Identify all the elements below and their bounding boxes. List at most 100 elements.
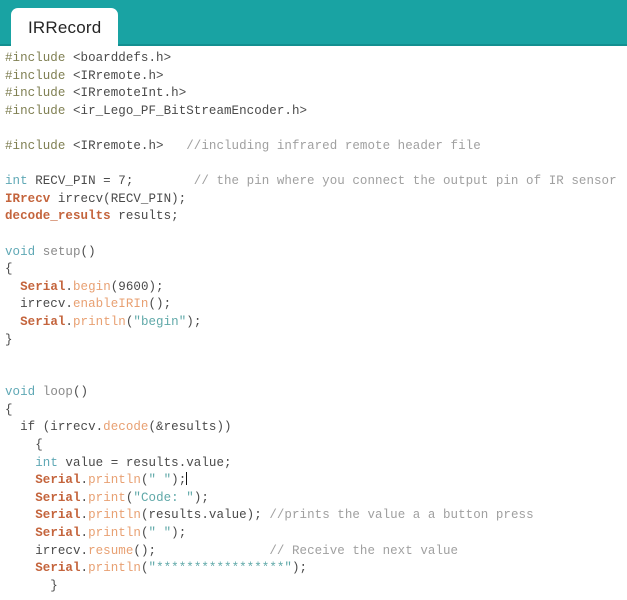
code-token-fn: println bbox=[88, 526, 141, 541]
code-token-plain: . bbox=[80, 473, 89, 488]
code-token-plain: irrecv. bbox=[5, 297, 73, 312]
code-token-cmt: //including infrared remote header file bbox=[163, 138, 481, 153]
code-line: void loop() bbox=[5, 384, 627, 402]
code-token-plain: } bbox=[5, 332, 13, 347]
code-line: decode_results results; bbox=[5, 208, 627, 226]
code-line: void setup() bbox=[5, 244, 627, 262]
code-token-str: " " bbox=[148, 526, 172, 541]
code-token-plain: ( bbox=[140, 473, 149, 488]
code-line: int RECV_PIN = 7; // the pin where you c… bbox=[5, 173, 627, 191]
code-token-plain: () bbox=[73, 385, 89, 400]
code-token-type: decode_results bbox=[5, 209, 111, 224]
code-token-str: "begin" bbox=[133, 314, 187, 329]
code-token-fn: begin bbox=[72, 279, 111, 294]
code-token-fname: setup bbox=[42, 244, 81, 259]
code-token-fn: println bbox=[88, 473, 141, 488]
code-token-fn: decode bbox=[103, 420, 149, 435]
code-token-str: "Code: " bbox=[133, 490, 194, 505]
code-token-fn: println bbox=[88, 508, 141, 523]
code-token-plain: (results.value); bbox=[140, 508, 262, 523]
code-token-plain: . bbox=[80, 526, 89, 541]
code-token-plain: (); bbox=[133, 543, 157, 558]
code-line: Serial.println("begin"); bbox=[5, 314, 627, 332]
code-token-plain: . bbox=[65, 314, 73, 329]
code-token-plain: . bbox=[80, 508, 89, 523]
code-token-type: Serial bbox=[35, 473, 81, 488]
code-token-plain: (9600); bbox=[110, 279, 164, 294]
code-token-pre: #include bbox=[5, 103, 66, 118]
code-token-plain: ); bbox=[292, 561, 308, 576]
code-token-plain: <IRremote.h> bbox=[65, 68, 164, 83]
code-line: { bbox=[5, 437, 627, 455]
code-token-plain: ); bbox=[193, 490, 209, 505]
code-token-plain: } bbox=[5, 578, 58, 593]
code-line: #include <IRremoteInt.h> bbox=[5, 85, 627, 103]
code-token-plain: { bbox=[5, 402, 13, 417]
code-line: int value = results.value; bbox=[5, 455, 627, 473]
tab-label: IRRecord bbox=[28, 17, 102, 37]
code-token-plain: if (irrecv. bbox=[5, 420, 104, 435]
code-token-plain: <IRremoteInt.h> bbox=[65, 86, 187, 101]
code-token-pre: #include bbox=[5, 138, 66, 153]
code-token-plain: . bbox=[65, 279, 73, 294]
code-token-plain: ); bbox=[171, 526, 187, 541]
code-token-plain: <boarddefs.h> bbox=[65, 51, 172, 65]
code-token-plain: ( bbox=[140, 561, 149, 576]
code-line: #include <boarddefs.h> bbox=[5, 50, 627, 68]
code-token-type: Serial bbox=[35, 561, 81, 576]
code-line: #include <IRremote.h> //including infrar… bbox=[5, 138, 627, 156]
code-token-plain: irrecv(RECV_PIN); bbox=[50, 191, 187, 206]
code-token-type: Serial bbox=[20, 279, 66, 294]
code-token-plain: ( bbox=[140, 526, 149, 541]
code-line: Serial.begin(9600); bbox=[5, 279, 627, 297]
editor-tab-bar: IRRecord bbox=[0, 0, 627, 46]
code-token-plain: ); bbox=[186, 314, 202, 329]
code-token-type: Serial bbox=[35, 508, 81, 523]
code-token-type: IRrecv bbox=[5, 191, 51, 206]
code-token-plain: { bbox=[5, 262, 13, 277]
code-token-fname: loop bbox=[42, 385, 73, 400]
code-token-plain: { bbox=[5, 438, 43, 453]
text-caret bbox=[186, 472, 188, 486]
code-token-pre: #include bbox=[5, 86, 66, 101]
code-token-fn: println bbox=[72, 314, 126, 329]
code-line: irrecv.enableIRIn(); bbox=[5, 296, 627, 314]
code-line: #include <IRremote.h> bbox=[5, 68, 627, 86]
code-token-fn: resume bbox=[88, 543, 134, 558]
tab-irrecord[interactable]: IRRecord bbox=[11, 8, 119, 46]
code-token-cmt: //prints the value a a button press bbox=[261, 508, 534, 523]
code-token-type: Serial bbox=[35, 490, 81, 505]
code-token-plain: . bbox=[80, 490, 89, 505]
code-token-plain: <ir_Lego_PF_BitStreamEncoder.h> bbox=[65, 103, 308, 118]
code-token-type: Serial bbox=[20, 314, 66, 329]
code-token-plain: <IRremote.h> bbox=[65, 138, 164, 153]
code-content[interactable]: #include <boarddefs.h> #include <IRremote… bbox=[0, 50, 627, 600]
code-editor[interactable]: #include <boarddefs.h> #include <IRremote… bbox=[0, 46, 627, 600]
code-line: { bbox=[5, 402, 627, 420]
code-token-pre: #include bbox=[5, 51, 66, 65]
code-token-pre: #include bbox=[5, 68, 66, 83]
code-line: { bbox=[5, 261, 627, 279]
code-line: Serial.println(" "); bbox=[5, 472, 627, 490]
code-token-str: " " bbox=[148, 473, 172, 488]
code-token-plain: results; bbox=[110, 209, 179, 224]
code-token-type: Serial bbox=[35, 526, 81, 541]
code-token-cmt: // Receive the next value bbox=[156, 543, 459, 558]
code-token-key: void bbox=[5, 385, 36, 400]
code-token-key: void bbox=[5, 244, 36, 259]
code-token-key: int bbox=[35, 455, 58, 470]
code-token-fn: print bbox=[88, 490, 126, 505]
code-token-plain: value = results.value; bbox=[57, 455, 232, 470]
code-token-plain: () bbox=[80, 244, 96, 259]
